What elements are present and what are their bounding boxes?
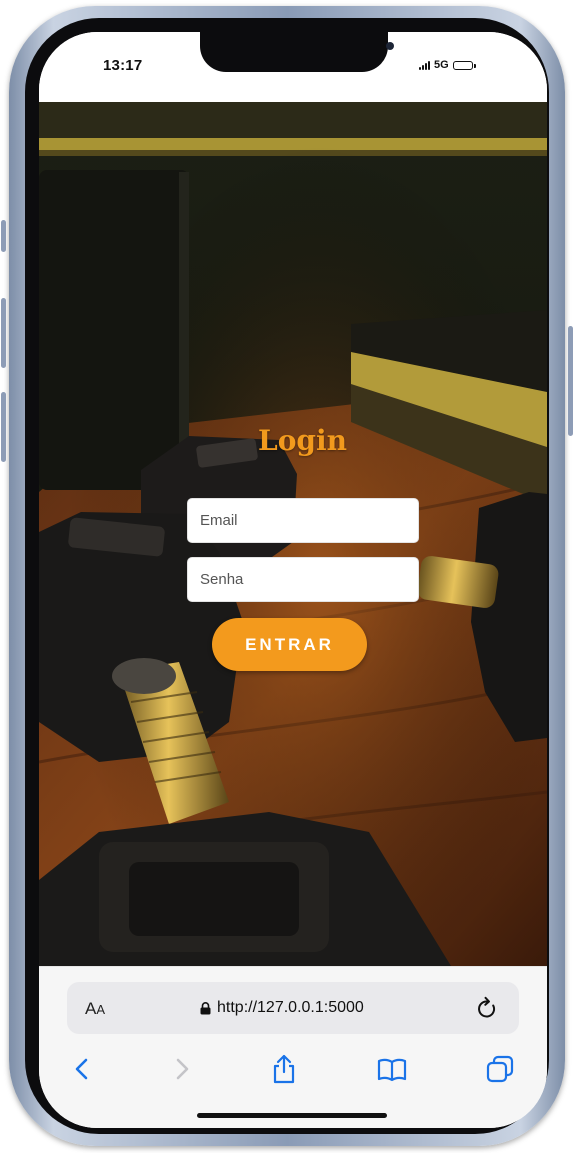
tabs-icon[interactable] xyxy=(484,1053,516,1085)
battery-icon xyxy=(452,60,476,70)
power-button xyxy=(568,326,573,436)
share-icon[interactable] xyxy=(268,1053,300,1085)
page-content: Login ENTRAR xyxy=(39,102,547,966)
text-size-label: A xyxy=(85,999,97,1018)
submit-button[interactable]: ENTRAR xyxy=(212,618,367,671)
network-label: 5G xyxy=(434,59,449,71)
volume-up-button xyxy=(1,298,6,368)
text-size-label-small: A xyxy=(96,1002,106,1017)
password-field[interactable] xyxy=(187,557,419,602)
front-camera xyxy=(386,42,394,50)
signal-icon xyxy=(419,60,430,70)
browser-toolbar: AA http://127.0.0.1:5000 xyxy=(39,966,547,1128)
text-size-button[interactable]: AA xyxy=(85,999,105,1019)
phone-screen: 13:17 5G Login Email ENTRAR AA http://12… xyxy=(39,32,547,1128)
lock-icon xyxy=(200,1001,211,1014)
status-bar: 13:17 5G xyxy=(39,32,547,102)
volume-down-button xyxy=(1,392,6,462)
email-field[interactable] xyxy=(187,498,419,543)
notch xyxy=(200,32,394,72)
url-display[interactable]: http://127.0.0.1:5000 xyxy=(200,999,364,1017)
back-icon[interactable] xyxy=(67,1053,99,1085)
reload-icon[interactable] xyxy=(475,995,499,1021)
action-button xyxy=(1,220,6,252)
status-time: 13:17 xyxy=(103,57,143,74)
url-text: http://127.0.0.1:5000 xyxy=(217,999,364,1016)
status-indicators: 5G xyxy=(419,58,476,72)
home-indicator xyxy=(197,1113,387,1118)
address-bar[interactable]: AA http://127.0.0.1:5000 xyxy=(67,982,519,1034)
forward-icon[interactable] xyxy=(165,1053,197,1085)
bookmarks-icon[interactable] xyxy=(376,1053,408,1085)
login-title: Login xyxy=(258,424,347,457)
